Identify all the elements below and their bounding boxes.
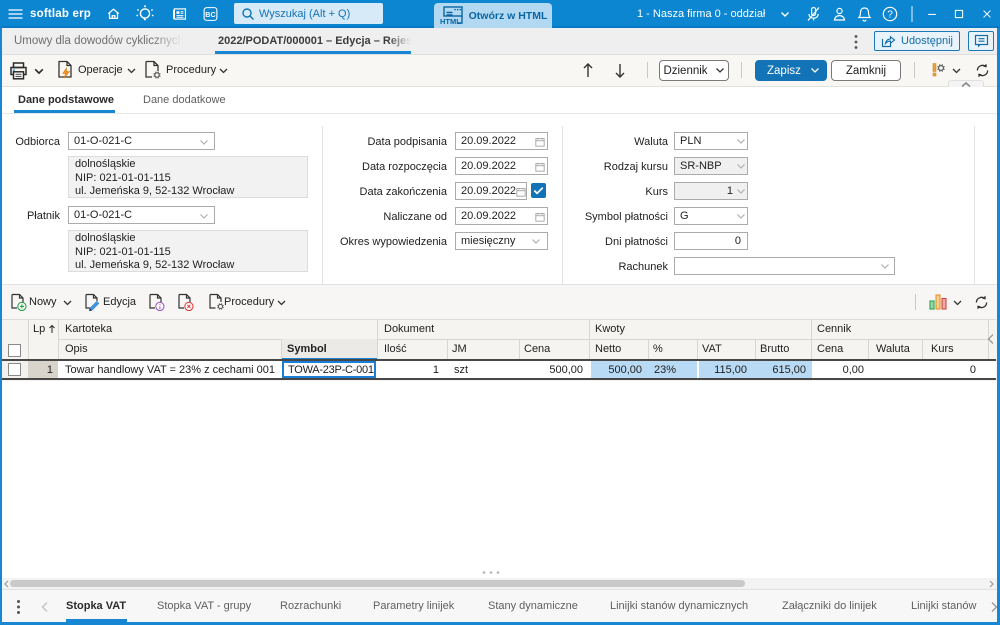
svg-text:?: ? [887,10,893,21]
svg-text:BC: BC [205,10,216,19]
svg-text:HTML: HTML [440,17,461,26]
